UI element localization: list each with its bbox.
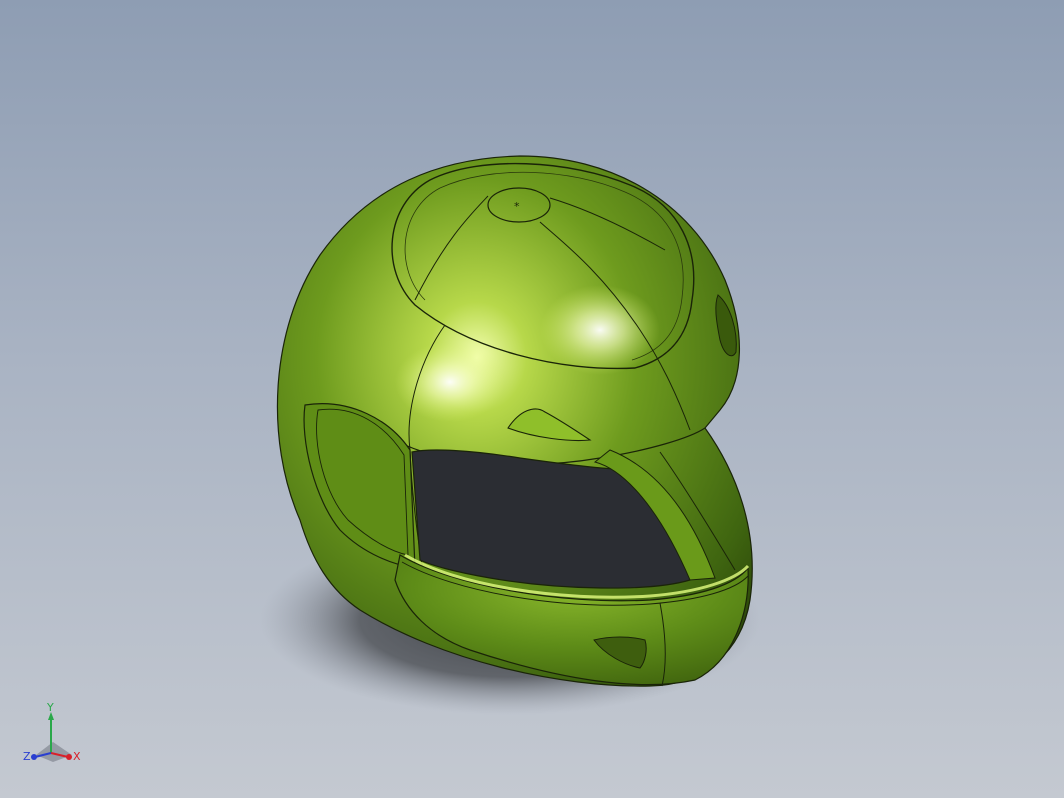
z-axis-label: Z [23, 750, 31, 763]
coordinate-triad[interactable]: Y X Z [20, 700, 86, 772]
model-view[interactable]: * [0, 0, 1064, 798]
highlight [395, 342, 505, 422]
z-axis-tip [31, 754, 37, 760]
origin-mark: * [514, 200, 520, 213]
highlight [540, 285, 660, 375]
graphics-viewport[interactable]: * Y X Z [0, 0, 1064, 798]
triad-base [36, 742, 72, 762]
x-axis-label: X [73, 750, 81, 763]
x-axis-tip [66, 754, 72, 760]
y-axis-label: Y [46, 701, 54, 714]
